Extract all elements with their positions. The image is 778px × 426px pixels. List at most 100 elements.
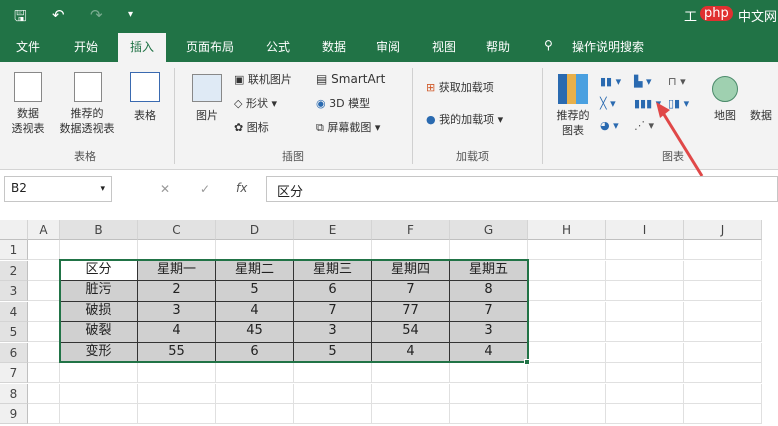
pivot-table-button[interactable]: 数据 透视表: [6, 106, 50, 136]
row-header[interactable]: 4: [0, 301, 28, 322]
column-header[interactable]: C: [138, 220, 216, 240]
cell[interactable]: [528, 342, 606, 363]
cancel-icon[interactable]: ✕: [160, 182, 170, 196]
column-header[interactable]: A: [28, 220, 60, 240]
hierarchy-chart-button[interactable]: ▙ ▾: [634, 74, 651, 89]
cell[interactable]: [528, 240, 606, 260]
cell[interactable]: [28, 342, 60, 363]
recommended-charts-button[interactable]: 推荐的 图表: [548, 108, 598, 138]
cell[interactable]: [450, 383, 528, 404]
picture-button[interactable]: 图片: [190, 108, 224, 123]
cell[interactable]: [450, 404, 528, 424]
cell[interactable]: [684, 322, 762, 342]
table-button[interactable]: 表格: [128, 108, 162, 123]
cell[interactable]: [138, 404, 216, 424]
cell[interactable]: [216, 363, 294, 383]
row-header[interactable]: 8: [0, 383, 28, 404]
column-chart-button[interactable]: ▮▮ ▾: [600, 74, 621, 89]
cell[interactable]: [684, 363, 762, 383]
cell[interactable]: [450, 240, 528, 260]
screenshot-button[interactable]: ⧉ 屏幕截图 ▾: [316, 120, 380, 135]
cell[interactable]: [372, 404, 450, 424]
cell[interactable]: [372, 240, 450, 260]
cell[interactable]: [28, 301, 60, 322]
row-header[interactable]: 5: [0, 322, 28, 342]
3d-model-button[interactable]: ◉ 3D 模型: [316, 96, 370, 111]
undo-icon[interactable]: ↶: [52, 6, 65, 24]
customize-qat-icon[interactable]: ▾: [128, 9, 133, 20]
chevron-down-icon[interactable]: ▾: [100, 184, 105, 194]
cell[interactable]: [606, 281, 684, 301]
cell[interactable]: [684, 281, 762, 301]
cell[interactable]: [684, 301, 762, 322]
name-box[interactable]: B2 ▾: [4, 176, 112, 202]
tab-page-layout[interactable]: 页面布局: [186, 38, 234, 55]
cell[interactable]: [606, 404, 684, 424]
cell[interactable]: [606, 322, 684, 342]
cell[interactable]: [606, 363, 684, 383]
cell[interactable]: [372, 383, 450, 404]
tab-file[interactable]: 文件: [16, 38, 40, 55]
cell[interactable]: [684, 342, 762, 363]
column-header[interactable]: H: [528, 220, 606, 240]
cell[interactable]: [138, 240, 216, 260]
cell[interactable]: [294, 240, 372, 260]
cell[interactable]: [528, 301, 606, 322]
cell[interactable]: [528, 404, 606, 424]
cell[interactable]: [684, 383, 762, 404]
cell[interactable]: [60, 363, 138, 383]
column-header[interactable]: F: [372, 220, 450, 240]
tab-view[interactable]: 视图: [432, 38, 456, 55]
tab-data[interactable]: 数据: [322, 38, 346, 55]
cell[interactable]: [294, 363, 372, 383]
smartart-button[interactable]: ▤ SmartArt: [316, 72, 385, 87]
row-header[interactable]: 2: [0, 260, 28, 281]
cell[interactable]: [684, 260, 762, 281]
cell[interactable]: [28, 383, 60, 404]
line-chart-button[interactable]: ╳ ▾: [600, 96, 616, 111]
cell[interactable]: [60, 404, 138, 424]
column-header[interactable]: I: [606, 220, 684, 240]
enter-icon[interactable]: ✓: [200, 182, 210, 196]
recommended-pivot-button[interactable]: 推荐的 数据透视表: [52, 106, 122, 136]
tab-help[interactable]: 帮助: [486, 38, 510, 55]
insert-function-icon[interactable]: fx: [236, 181, 247, 195]
cell[interactable]: [450, 363, 528, 383]
tab-review[interactable]: 审阅: [376, 38, 400, 55]
icons-button[interactable]: ✿ 图标: [234, 120, 269, 135]
cell[interactable]: [528, 363, 606, 383]
cell[interactable]: [28, 260, 60, 281]
tab-insert[interactable]: 插入: [118, 33, 167, 62]
get-addins-button[interactable]: ⊞ 获取加载项: [426, 80, 494, 95]
cell[interactable]: [216, 404, 294, 424]
cell[interactable]: [528, 383, 606, 404]
cell[interactable]: [528, 260, 606, 281]
cell[interactable]: [684, 404, 762, 424]
tab-formulas[interactable]: 公式: [266, 38, 290, 55]
tell-me-search[interactable]: 操作说明搜索: [572, 38, 644, 55]
maps-button[interactable]: 地图: [708, 108, 742, 123]
cell[interactable]: [684, 240, 762, 260]
row-header[interactable]: 9: [0, 404, 28, 424]
shapes-button[interactable]: ◇ 形状 ▾: [234, 96, 277, 111]
fill-handle[interactable]: [524, 359, 530, 365]
redo-icon[interactable]: ↷: [90, 6, 103, 24]
row-header[interactable]: 1: [0, 240, 28, 260]
cell[interactable]: [28, 322, 60, 342]
pie-chart-button[interactable]: ◕ ▾: [600, 118, 619, 133]
cell[interactable]: [606, 383, 684, 404]
cell[interactable]: [28, 363, 60, 383]
cell[interactable]: [606, 342, 684, 363]
row-header[interactable]: 3: [0, 281, 28, 301]
cell[interactable]: [60, 383, 138, 404]
tab-home[interactable]: 开始: [74, 38, 98, 55]
cell[interactable]: [294, 383, 372, 404]
pivotchart-button[interactable]: 数据: [750, 108, 772, 123]
waterfall-chart-button[interactable]: ⊓ ▾: [668, 74, 686, 89]
cell[interactable]: [606, 240, 684, 260]
column-header[interactable]: G: [450, 220, 528, 240]
my-addins-button[interactable]: ● 我的加载项 ▾: [426, 112, 503, 127]
cell[interactable]: [606, 260, 684, 281]
cell[interactable]: [216, 240, 294, 260]
column-header[interactable]: E: [294, 220, 372, 240]
